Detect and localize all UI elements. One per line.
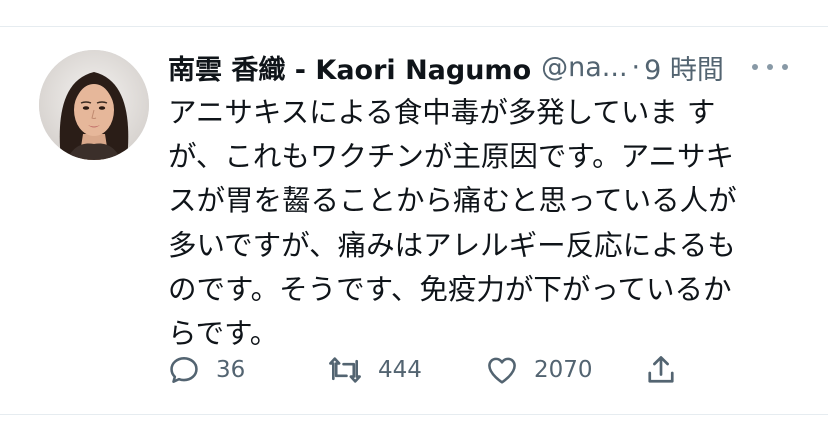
header-separator: · bbox=[631, 51, 641, 83]
share-icon bbox=[648, 356, 674, 383]
tweet-header: 南雲 香織 - Kaori Nagumo @na... · 9 時間 bbox=[168, 46, 808, 88]
tweet-text: アニサキスによる食中毒が多発していま す が、これもワクチンが主原因です。アニサ… bbox=[168, 91, 768, 356]
reply-icon bbox=[170, 357, 198, 383]
more-dot bbox=[767, 64, 773, 70]
tweet-text-line: アニサキスによる食中毒が多発していま す bbox=[168, 96, 716, 129]
bottom-divider bbox=[0, 414, 828, 415]
tweet-text-line: スが胃を齧ることから痛むと思っている人が bbox=[168, 184, 737, 218]
tweet-text-line: のです。そうです、免疫力が下がっているか bbox=[168, 272, 732, 306]
reply-button[interactable]: 36 bbox=[166, 348, 245, 392]
like-button[interactable]: 2070 bbox=[484, 348, 593, 392]
like-count: 2070 bbox=[534, 357, 593, 383]
heart-icon bbox=[488, 357, 516, 384]
tweet-actions: 36 444 2070 bbox=[0, 348, 828, 392]
reply-count: 36 bbox=[216, 357, 246, 383]
retweet-button[interactable]: 444 bbox=[326, 348, 422, 392]
more-icon[interactable] bbox=[752, 60, 788, 74]
top-divider bbox=[0, 26, 828, 27]
author-handle[interactable]: @na... bbox=[541, 52, 627, 83]
retweet-count: 444 bbox=[378, 357, 422, 383]
avatar-image bbox=[39, 50, 149, 160]
author-name[interactable]: 南雲 香織 - Kaori Nagumo bbox=[168, 48, 531, 87]
more-dot bbox=[752, 64, 758, 70]
tweet-text-line: 多いですが、痛みはアレルギー反応によるも bbox=[168, 228, 736, 262]
tweet-text-line: が、これもワクチンが主原因です。アニサキ bbox=[168, 140, 735, 174]
avatar[interactable] bbox=[39, 50, 149, 160]
more-dot bbox=[782, 64, 788, 70]
retweet-icon bbox=[329, 357, 361, 383]
tweet-timestamp[interactable]: 9 時間 bbox=[644, 48, 724, 87]
share-button[interactable] bbox=[643, 348, 679, 392]
